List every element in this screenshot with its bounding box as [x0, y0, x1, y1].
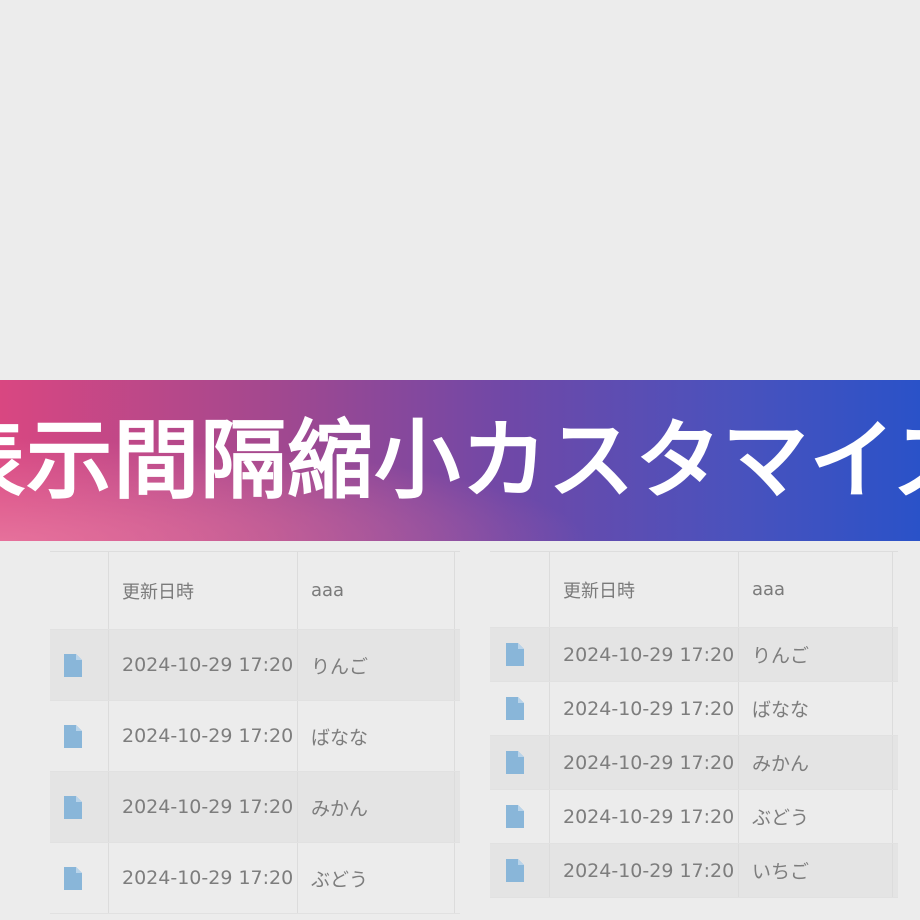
- header-icon-column: [50, 552, 108, 629]
- row-date: 2024-10-29 17:20: [108, 630, 297, 700]
- table-row[interactable]: 2024-10-29 17:20 いちご: [490, 844, 898, 898]
- header-end: [892, 552, 898, 627]
- file-icon: [490, 682, 549, 735]
- row-aaa: ぶどう: [297, 843, 454, 913]
- table-row[interactable]: 2024-10-29 17:20 みかん: [50, 772, 460, 843]
- table-row[interactable]: 2024-10-29 17:20 ぶどう: [490, 790, 898, 844]
- table-row[interactable]: 2024-10-29 17:20 ばなな: [490, 682, 898, 736]
- row-end: [454, 843, 460, 913]
- header-updated-at[interactable]: 更新日時: [108, 552, 297, 629]
- page: 表示間隔縮小カスタマイズ 更新日時 aaa 2024-10-29 17:20 り…: [0, 0, 920, 920]
- row-end: [892, 844, 898, 897]
- file-icon: [490, 736, 549, 789]
- file-icon: [50, 630, 108, 700]
- title-banner: 表示間隔縮小カスタマイズ: [0, 380, 920, 541]
- file-icon: [50, 843, 108, 913]
- row-end: [892, 736, 898, 789]
- header-updated-at[interactable]: 更新日時: [549, 552, 738, 627]
- row-end: [454, 701, 460, 771]
- file-icon: [490, 844, 549, 897]
- banner-title: 表示間隔縮小カスタマイズ: [0, 410, 920, 511]
- row-date: 2024-10-29 17:20: [549, 736, 738, 789]
- table-row[interactable]: 2024-10-29 17:20 みかん: [490, 736, 898, 790]
- table-row[interactable]: 2024-10-29 17:20 りんご: [50, 630, 460, 701]
- row-aaa: みかん: [297, 772, 454, 842]
- header-aaa[interactable]: aaa: [297, 552, 454, 629]
- row-date: 2024-10-29 17:20: [549, 844, 738, 897]
- row-aaa: みかん: [738, 736, 892, 789]
- table-header: 更新日時 aaa: [490, 552, 898, 628]
- row-date: 2024-10-29 17:20: [108, 843, 297, 913]
- row-aaa: ばなな: [738, 682, 892, 735]
- row-aaa: ばなな: [297, 701, 454, 771]
- row-aaa: りんご: [738, 628, 892, 681]
- header-icon-column: [490, 552, 549, 627]
- file-icon: [50, 772, 108, 842]
- row-end: [454, 772, 460, 842]
- table-header: 更新日時 aaa: [50, 552, 460, 630]
- row-date: 2024-10-29 17:20: [549, 628, 738, 681]
- file-icon: [490, 628, 549, 681]
- file-icon: [490, 790, 549, 843]
- row-date: 2024-10-29 17:20: [549, 790, 738, 843]
- file-icon: [50, 701, 108, 771]
- row-date: 2024-10-29 17:20: [108, 701, 297, 771]
- file-table-default: 更新日時 aaa 2024-10-29 17:20 りんご 2024-10-29…: [50, 551, 460, 914]
- row-date: 2024-10-29 17:20: [549, 682, 738, 735]
- header-end: [454, 552, 460, 629]
- row-aaa: りんご: [297, 630, 454, 700]
- row-end: [892, 628, 898, 681]
- row-end: [892, 790, 898, 843]
- table-row[interactable]: 2024-10-29 17:20 ぶどう: [50, 843, 460, 914]
- file-table-compact: 更新日時 aaa 2024-10-29 17:20 りんご 2024-10-29…: [490, 551, 898, 898]
- row-end: [892, 682, 898, 735]
- row-aaa: ぶどう: [738, 790, 892, 843]
- table-row[interactable]: 2024-10-29 17:20 りんご: [490, 628, 898, 682]
- row-end: [454, 630, 460, 700]
- row-aaa: いちご: [738, 844, 892, 897]
- row-date: 2024-10-29 17:20: [108, 772, 297, 842]
- header-aaa[interactable]: aaa: [738, 552, 892, 627]
- table-row[interactable]: 2024-10-29 17:20 ばなな: [50, 701, 460, 772]
